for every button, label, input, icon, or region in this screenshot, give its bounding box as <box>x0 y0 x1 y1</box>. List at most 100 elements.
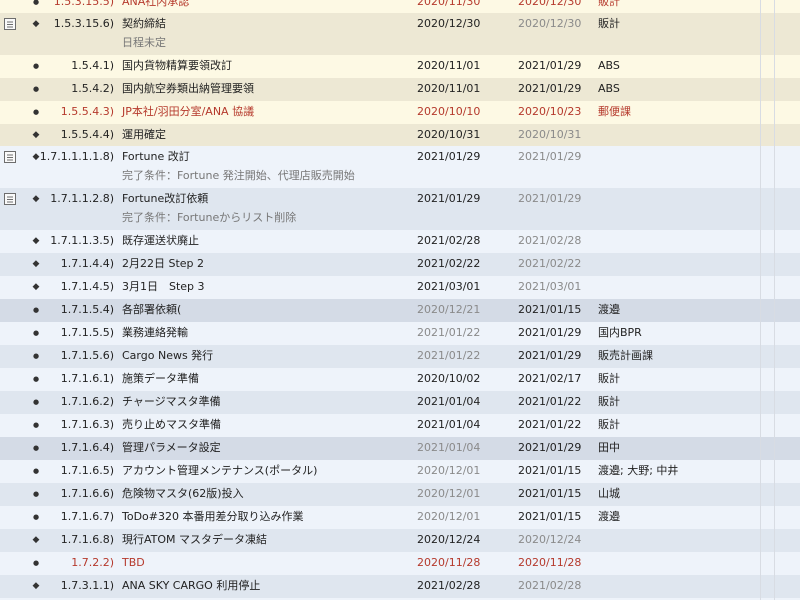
note-icon[interactable] <box>4 151 16 163</box>
task-name: 2月22日 Step 2 <box>122 257 205 270</box>
resource: 山城 <box>598 487 620 500</box>
task-name: Fortune改訂依頼 <box>122 192 209 205</box>
task-bullet-icon: ● <box>32 444 40 452</box>
resource: 渡邉 <box>598 303 620 316</box>
task-row[interactable]: ◆ 1.5.5.4.4) 運用確定 2020/10/31 2020/10/31 <box>0 124 800 146</box>
task-name: Cargo News 発行 <box>122 349 214 362</box>
task-row[interactable]: ◆ 1.7.1.1.1.1.8) Fortune 改訂 2021/01/29 2021/… <box>0 146 800 188</box>
task-row[interactable]: ● 1.7.1.6.2) チャージマスタ準備 2021/01/04 2021/01/22… <box>0 391 800 414</box>
task-bullet-icon: ● <box>32 85 40 93</box>
task-row[interactable]: ● 1.7.1.6.6) 危険物マスタ(62版)投入 2020/12/01 2021/0… <box>0 483 800 506</box>
start-date: 2021/01/04 <box>417 418 481 431</box>
task-row[interactable]: ● 1.7.1.5.4) 各部署依頼(2020/12/21 2021/01/15 渡邉 <box>0 299 800 322</box>
task-name: ToDo#320 本番用差分取り込み作業 <box>122 510 304 523</box>
task-row[interactable]: ◆ 1.5.3.15.6) 契約締結 2020/12/30 2020/12/30 販計 日程… <box>0 13 800 55</box>
resource: 渡邉; 大野; 中井 <box>598 464 679 477</box>
start-date: 2021/02/22 <box>417 257 481 270</box>
outline-number: 1.7.1.6.3) <box>60 418 114 431</box>
task-bullet-icon: ● <box>32 352 40 360</box>
resource: 販計 <box>598 17 620 30</box>
task-bullet-icon: ● <box>32 306 40 314</box>
task-row[interactable]: ◆ 1.7.3.1.1) ANA SKY CARGO 利用停止 2021/02/28 2… <box>0 575 800 598</box>
end-date: 2020/11/28 <box>518 556 582 569</box>
task-row[interactable]: ● 1.7.1.6.7) ToDo#320 本番用差分取り込み作業 2020/12/0… <box>0 506 800 529</box>
task-bullet-icon: ● <box>32 398 40 406</box>
note-icon[interactable] <box>4 18 16 30</box>
start-date: 2021/01/04 <box>417 441 481 454</box>
milestone-diamond-icon: ◆ <box>32 282 40 292</box>
end-date: 2021/01/15 <box>518 303 582 316</box>
end-date: 2021/01/29 <box>518 150 582 163</box>
start-date: 2021/01/22 <box>417 326 481 339</box>
task-row[interactable]: ● 1.7.1.5.5) 業務連絡発輸 2021/01/22 2021/01/29 国内B… <box>0 322 800 345</box>
end-date: 2021/01/29 <box>518 349 582 362</box>
task-row[interactable]: ◆ 1.7.1.4.4) 2月22日 Step 2 2021/02/22 2021/02… <box>0 253 800 276</box>
task-name: 売り止めマスタ準備 <box>122 418 221 431</box>
task-row[interactable]: ● 1.7.1.6.3) 売り止めマスタ準備 2021/01/04 2021/01/22… <box>0 414 800 437</box>
outline-number: 1.5.5.4.3) <box>60 105 114 118</box>
outline-number: 1.7.1.1.1.1.8) <box>39 150 114 163</box>
column-divider <box>760 0 761 600</box>
task-bullet-icon: ● <box>32 467 40 475</box>
start-date: 2020/11/30 <box>417 0 481 8</box>
end-date: 2021/01/15 <box>518 510 582 523</box>
outline-number: 1.7.1.6.1) <box>60 372 114 385</box>
task-name: ANA社内承認 <box>122 0 190 8</box>
task-name: ANA SKY CARGO 利用停止 <box>122 579 261 592</box>
outline-number: 1.7.2.2) <box>71 556 114 569</box>
task-name: TBD <box>122 556 145 569</box>
resource: 田中 <box>598 441 620 454</box>
task-row[interactable]: ◆ 1.7.1.1.3.5) 既存運送状廃止 2021/02/28 2021/02/28 <box>0 230 800 253</box>
task-row[interactable]: ● 1.7.1.6.4) 管理パラメータ設定 2021/01/04 2021/01/29… <box>0 437 800 460</box>
outline-number: 1.7.1.4.4) <box>60 257 114 270</box>
task-bullet-icon: ● <box>32 329 40 337</box>
task-row[interactable]: ● 1.5.4.1) 国内貨物精算要領改訂 2020/11/01 2021/01/29 A… <box>0 55 800 78</box>
task-bullet-icon: ● <box>32 108 40 116</box>
task-note: 完了条件：Fortuneからリスト削除 <box>122 211 297 224</box>
milestone-diamond-icon: ◆ <box>32 535 40 545</box>
note-icon[interactable] <box>4 193 16 205</box>
end-date: 2021/01/29 <box>518 82 582 95</box>
task-row[interactable]: ● 1.5.4.2) 国内航空券類出納管理要領 2020/11/01 2021/01/2… <box>0 78 800 101</box>
resource: 販売計画課 <box>598 349 653 362</box>
resource: ABS <box>598 59 620 72</box>
end-date: 2021/01/15 <box>518 464 582 477</box>
task-row[interactable]: ● 1.7.1.6.5) アカウント管理メンテナンス(ポータル) 2020/12/01… <box>0 460 800 483</box>
task-name: JP本社/羽田分室/ANA 協議 <box>122 105 255 118</box>
end-date: 2020/10/23 <box>518 105 582 118</box>
outline-number: 1.7.1.5.4) <box>60 303 114 316</box>
start-date: 2021/01/29 <box>417 150 481 163</box>
task-bullet-icon: ● <box>32 0 40 6</box>
start-date: 2020/11/01 <box>417 59 481 72</box>
task-note: 日程未定 <box>122 36 166 49</box>
outline-number: 1.7.1.6.4) <box>60 441 114 454</box>
outline-number: 1.7.1.1.3.5) <box>50 234 114 247</box>
end-date: 2021/01/29 <box>518 441 582 454</box>
task-name: Fortune 改訂 <box>122 150 190 163</box>
task-row[interactable]: ● 1.5.5.4.3) JP本社/羽田分室/ANA 協議 2020/10/10 202… <box>0 101 800 124</box>
outline-number: 1.7.1.6.6) <box>60 487 114 500</box>
task-row[interactable]: ● 1.7.1.5.6) Cargo News 発行 2021/01/22 2021/0… <box>0 345 800 368</box>
outline-number: 1.7.1.6.7) <box>60 510 114 523</box>
start-date: 2020/12/24 <box>417 533 481 546</box>
start-date: 2020/10/31 <box>417 128 481 141</box>
end-date: 2020/12/30 <box>518 0 582 8</box>
task-row[interactable]: ● 1.7.2.2) TBD 2020/11/28 2020/11/28 <box>0 552 800 575</box>
task-row[interactable]: ● 1.7.1.6.1) 施策データ準備 2020/10/02 2021/02/17 販計 <box>0 368 800 391</box>
resource: 販計 <box>598 418 620 431</box>
end-date: 2021/01/29 <box>518 326 582 339</box>
task-row[interactable]: ◆ 1.7.1.6.8) 現行ATOM マスタデータ凍結 2020/12/24 2020… <box>0 529 800 552</box>
outline-number: 1.7.1.6.2) <box>60 395 114 408</box>
task-name: 契約締結 <box>122 17 166 30</box>
task-row[interactable]: ● 1.5.3.15.5) ANA社内承認 2020/11/30 2020/12/30 販… <box>0 0 800 13</box>
task-name: 管理パラメータ設定 <box>122 441 221 454</box>
task-name: 国内航空券類出納管理要領 <box>122 82 254 95</box>
end-date: 2021/01/22 <box>518 395 582 408</box>
start-date: 2020/10/10 <box>417 105 481 118</box>
outline-number: 1.5.5.4.4) <box>60 128 114 141</box>
end-date: 2021/03/01 <box>518 280 582 293</box>
end-date: 2021/02/22 <box>518 257 582 270</box>
task-row[interactable]: ◆ 1.7.1.4.5) 3月1日 Step 3 2021/03/01 2021/03/… <box>0 276 800 299</box>
task-row[interactable]: ◆ 1.7.1.1.2.8) Fortune改訂依頼 2021/01/29 2021/0… <box>0 188 800 230</box>
resource: ABS <box>598 82 620 95</box>
